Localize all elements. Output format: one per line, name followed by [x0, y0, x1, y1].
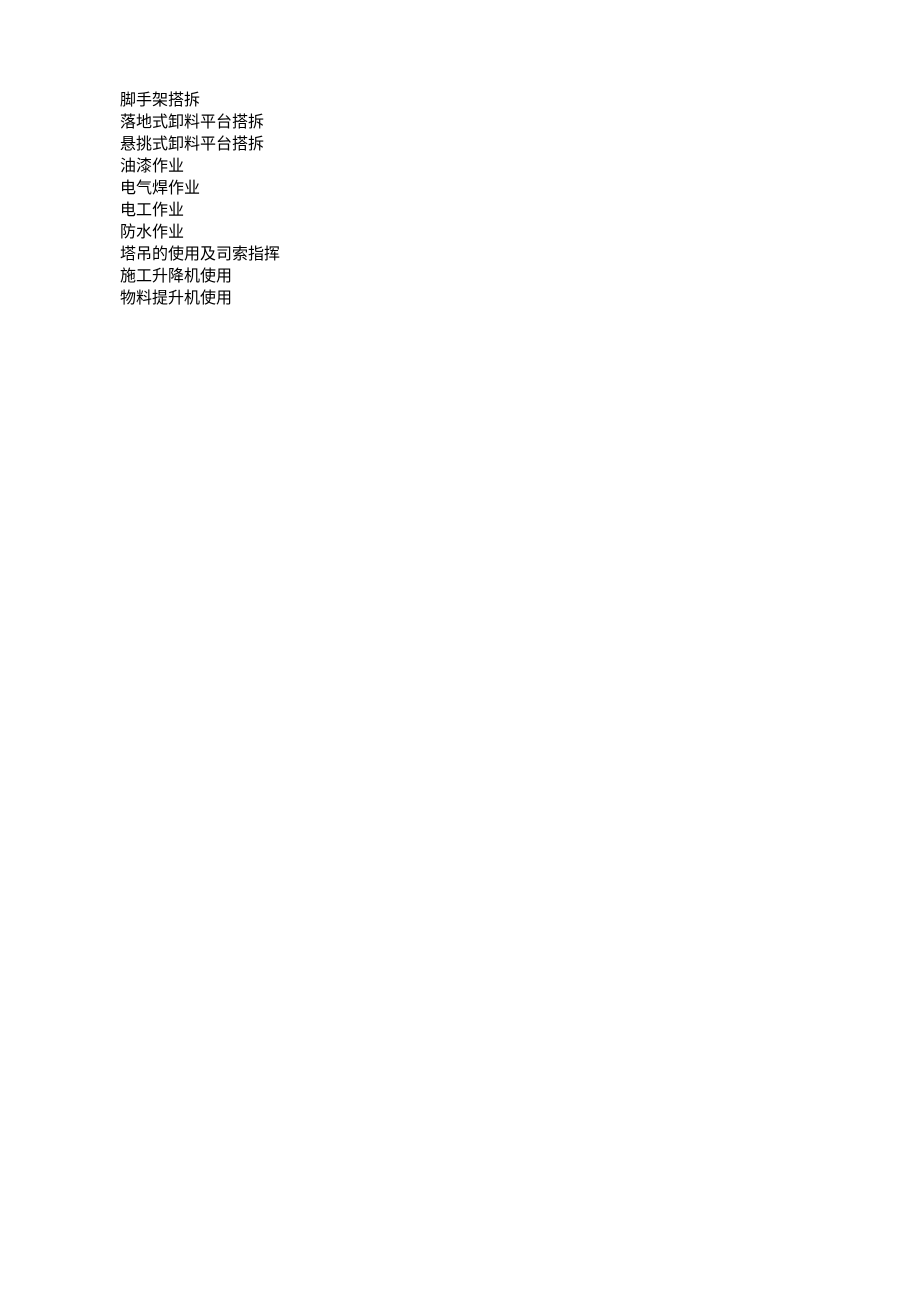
list-item: 悬挑式卸料平台搭拆 — [120, 134, 920, 156]
list-item: 塔吊的使用及司索指挥 — [120, 244, 920, 266]
list-item: 油漆作业 — [120, 156, 920, 178]
list-item: 物料提升机使用 — [120, 288, 920, 310]
list-item: 脚手架搭拆 — [120, 90, 920, 112]
list-item: 电工作业 — [120, 200, 920, 222]
list-item: 防水作业 — [120, 222, 920, 244]
document-content: 脚手架搭拆 落地式卸料平台搭拆 悬挑式卸料平台搭拆 油漆作业 电气焊作业 电工作… — [120, 90, 920, 310]
list-item: 落地式卸料平台搭拆 — [120, 112, 920, 134]
list-item: 电气焊作业 — [120, 178, 920, 200]
list-item: 施工升降机使用 — [120, 266, 920, 288]
